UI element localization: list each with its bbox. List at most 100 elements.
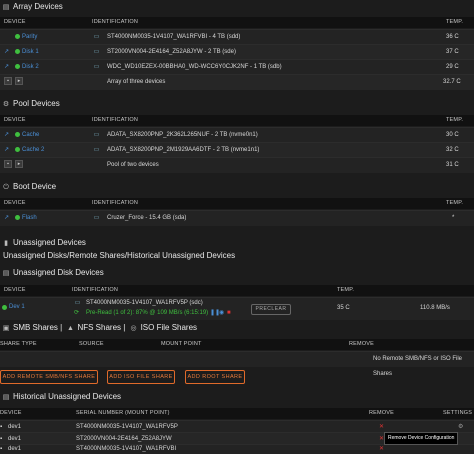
identification: ST2000VN004-2E4164_Z52A8JYW - 2 TB (sde) <box>107 49 236 55</box>
remove-device-tooltip: Remove Device Configuration <box>384 432 459 445</box>
col-device: DEVICE <box>4 287 26 293</box>
col-device: DEVICE <box>4 200 26 206</box>
spin-down-icon[interactable]: ▪ <box>4 160 12 169</box>
col-identification: IDENTIFICATION <box>92 200 139 206</box>
status-dot <box>15 146 20 152</box>
preclear-status: Pre-Read (1 of 2): 87% @ 109 MB/s (6:15:… <box>86 310 209 316</box>
status-dot <box>15 63 20 69</box>
external-link-icon[interactable]: ↗ <box>4 211 9 226</box>
col-temp: TEMP. <box>446 19 464 25</box>
unassigned-table-header: DEVICE IDENTIFICATION TEMP. <box>0 285 474 296</box>
temp: 32 C <box>446 147 459 153</box>
temp: * <box>452 215 455 221</box>
disk-icon: ▭ <box>93 64 100 70</box>
gear-icon: ⚙ <box>2 101 10 108</box>
col-identification: IDENTIFICATION <box>92 19 139 25</box>
disk-icon: ▭ <box>74 300 81 306</box>
spin-down-icon[interactable]: ▪ <box>4 77 12 86</box>
col-device: DEVICE <box>4 19 26 25</box>
col-share-type: SHARE TYPE <box>0 341 37 347</box>
external-link-icon[interactable]: ↗ <box>4 128 9 143</box>
col-mount-point: MOUNT POINT <box>161 341 202 347</box>
status-dot <box>15 214 20 220</box>
unassigned-disk-title: ▤ Unassigned Disk Devices <box>0 266 474 280</box>
array-summary-temp: 32.7 C <box>443 79 461 85</box>
col-device: DEVICE <box>0 410 22 416</box>
unassigned-row-dev1[interactable]: Dev 1 ▭ ST4000NM0035-1V4107_WA1RFV5P (sd… <box>0 297 474 320</box>
pool-row-cache[interactable]: ↗ Cache ▭ ADATA_SX8200PNP_2K362L265NUF -… <box>0 127 474 143</box>
preclear-button[interactable]: PRECLEAR <box>251 304 291 315</box>
temp: 37 C <box>446 49 459 55</box>
device-link[interactable]: Disk 2 <box>22 60 39 75</box>
array-summary-row: ▪ ▸ Array of three devices 32.7 C <box>0 74 474 90</box>
col-temp: TEMP. <box>446 117 464 123</box>
array-row-disk2[interactable]: ↗ Disk 2 ▭ WDC_WD10EZEX-00BBHA0_WD-WCC6Y… <box>0 59 474 75</box>
device-link[interactable]: Disk 1 <box>22 45 39 60</box>
disk-icon: ▭ <box>93 132 100 138</box>
device-link[interactable]: Cache 2 <box>22 143 44 158</box>
col-settings: SETTINGS <box>443 410 473 416</box>
spin-up-icon[interactable]: ▸ <box>15 160 23 169</box>
external-link-icon[interactable]: ↗ <box>4 143 9 158</box>
disk-icon: ▭ <box>93 49 100 55</box>
status-dot <box>15 33 20 39</box>
device-link[interactable]: Cache <box>22 128 39 143</box>
boot-icon: ⏻ <box>3 184 9 191</box>
array-summary-label: Array of three devices <box>107 79 166 85</box>
array-row-disk1[interactable]: ↗ Disk 1 ▭ ST2000VN004-2E4164_Z52A8JYW -… <box>0 44 474 60</box>
nfs-icon: ▲ <box>66 325 74 332</box>
device-link[interactable]: Parity <box>22 30 37 45</box>
col-device: DEVICE <box>4 117 26 123</box>
historical-title: ▤ Historical Unassigned Devices <box>0 390 474 404</box>
col-serial: SERIAL NUMBER (MOUNT POINT) <box>76 410 170 416</box>
preclear-spinner-icon: ⟳ <box>74 310 80 316</box>
unassigned-section-title: ▮ Unassigned Devices <box>0 236 474 250</box>
add-root-share-button[interactable]: ADD ROOT SHARE <box>185 370 245 384</box>
array-row-parity[interactable]: Parity ▭ ST4000NM0035-1V4107_WA1RFVBI - … <box>0 29 474 45</box>
identification: Cruzer_Force - 15.4 GB (sda) <box>107 215 187 221</box>
shares-empty-row: No Remote SMB/NFS or ISO File Shares <box>0 351 474 377</box>
device-link[interactable]: Flash <box>22 211 37 226</box>
speed: 110.8 MB/s <box>420 305 450 311</box>
usb-icon: ▭ <box>93 215 100 221</box>
boot-section-title: ⏻ Boot Device <box>0 180 474 194</box>
col-source: SOURCE <box>79 341 104 347</box>
shares-title: ▣ SMB Shares | ▲ NFS Shares | ◎ ISO File Sh… <box>0 321 474 335</box>
disk-icon: ▭ <box>93 147 100 153</box>
pool-row-cache2[interactable]: ↗ Cache 2 ▭ ADATA_SX8200PNP_2M1929AA6DTF… <box>0 142 474 158</box>
shares-table-header: SHARE TYPE SOURCE MOUNT POINT REMOVE <box>0 339 474 350</box>
eye-icon[interactable]: ◉ <box>219 308 224 319</box>
hdd-icon: ▤ <box>2 4 10 11</box>
history-icon: ▤ <box>2 394 10 401</box>
add-iso-share-button[interactable]: ADD ISO FILE SHARE <box>107 370 175 384</box>
col-remove: REMOVE <box>369 410 395 416</box>
iso-icon: ◎ <box>130 325 137 332</box>
col-remove: REMOVE <box>349 341 375 347</box>
smb-icon: ▣ <box>2 325 10 332</box>
temp: 36 C <box>446 34 459 40</box>
stop-icon[interactable]: ■ <box>227 308 231 319</box>
pool-summary-temp: 31 C <box>446 162 459 168</box>
array-table-header: DEVICE IDENTIFICATION TEMP. <box>0 17 474 28</box>
col-temp: TEMP. <box>337 287 355 293</box>
status-dot <box>15 48 20 54</box>
external-link-icon[interactable]: ↗ <box>4 45 9 60</box>
status-dot <box>2 304 7 310</box>
historical-table-header: DEVICE SERIAL NUMBER (MOUNT POINT) REMOV… <box>0 408 474 419</box>
status-dot <box>15 131 20 137</box>
add-remote-share-button[interactable]: ADD REMOTE SMB/NFS SHARE <box>0 370 98 384</box>
spin-up-icon[interactable]: ▸ <box>15 77 23 86</box>
identification: ADATA_SX8200PNP_2K362L265NUF - 2 TB (nvm… <box>107 132 258 138</box>
unassigned-subtitle: Unassigned Disks/Remote Shares/Historica… <box>3 251 236 260</box>
pool-summary-row: ▪ ▸ Pool of two devices 31 C <box>0 157 474 173</box>
external-link-icon[interactable]: ↗ <box>4 60 9 75</box>
temp: 30 C <box>446 132 459 138</box>
hdd-icon: ▤ <box>2 270 10 277</box>
boot-row-flash[interactable]: ↗ Flash ▭ Cruzer_Force - 15.4 GB (sda) * <box>0 210 474 226</box>
pool-section-title: ⚙ Pool Devices <box>0 97 474 111</box>
array-section-title: ▤ Array Devices <box>0 0 474 14</box>
col-identification: IDENTIFICATION <box>92 117 139 123</box>
pool-summary-label: Pool of two devices <box>107 162 159 168</box>
identification: ST4000NM0035-1V4107_WA1RFVBI - 4 TB (sdd… <box>107 34 241 40</box>
device-link[interactable]: Dev 1 <box>9 302 25 313</box>
